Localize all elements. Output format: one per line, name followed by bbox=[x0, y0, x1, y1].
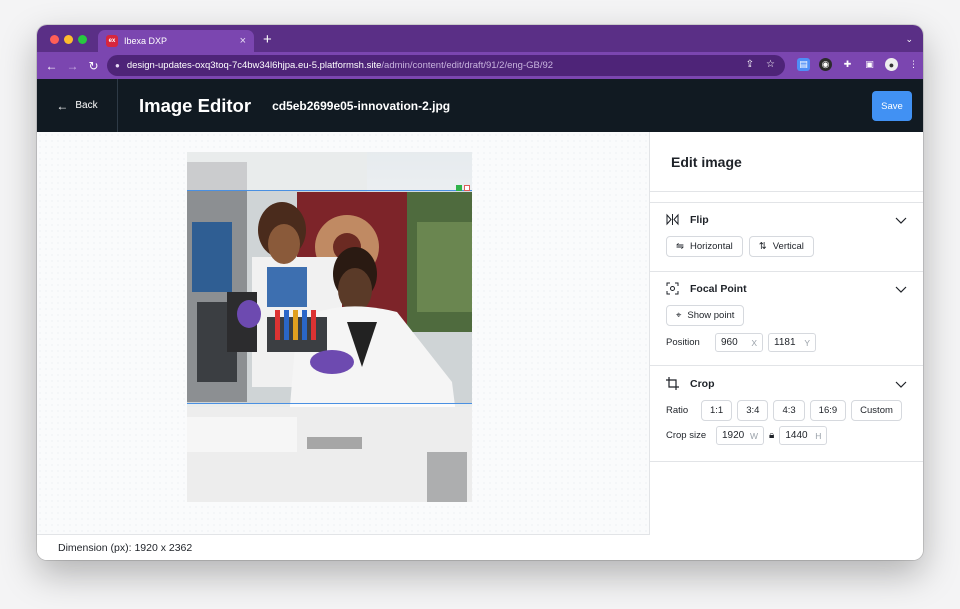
image-canvas: Dimension (px): 1920 x 2362 bbox=[37, 132, 650, 560]
browser-toolbar: ← → ↻ ● design-updates-oxq3toq-7c4bw34l6… bbox=[37, 52, 923, 79]
browser-tab[interactable]: ex Ibexa DXP × bbox=[98, 30, 254, 52]
close-window-button[interactable] bbox=[50, 35, 59, 44]
url-path: /admin/content/edit/draft/91/2/eng-GB/92 bbox=[381, 60, 554, 71]
flip-title: Flip bbox=[690, 213, 709, 226]
flip-header[interactable]: Flip bbox=[666, 203, 907, 236]
bookmark-star-icon[interactable]: ☆ bbox=[766, 59, 775, 70]
flip-horizontal-button[interactable]: ⇋ Horizontal bbox=[666, 236, 743, 257]
maximize-window-button[interactable] bbox=[78, 35, 87, 44]
dimension-text: Dimension (px): 1920 x 2362 bbox=[58, 541, 193, 554]
crop-frame[interactable] bbox=[187, 185, 472, 404]
position-y-unit: Y bbox=[804, 337, 810, 348]
crop-overlay-bottom bbox=[187, 404, 472, 502]
crop-overlay-top bbox=[187, 152, 472, 190]
crop-section: Crop Ratio 1:1 3:4 4:3 16:9 Custom Crop … bbox=[650, 367, 923, 462]
chevron-down-icon[interactable] bbox=[895, 378, 907, 390]
panel-title: Edit image bbox=[650, 132, 923, 192]
save-button[interactable]: Save bbox=[872, 91, 912, 121]
position-label: Position bbox=[666, 337, 700, 348]
focal-point-title: Focal Point bbox=[690, 282, 747, 295]
back-button[interactable]: ← Back bbox=[37, 79, 118, 132]
crop-width-unit: W bbox=[749, 430, 758, 441]
position-x-input[interactable]: 960 X bbox=[715, 333, 763, 352]
ratio-label: Ratio bbox=[666, 405, 689, 416]
app-header: ← Back Image Editor cd5eb2699e05-innovat… bbox=[37, 79, 923, 132]
crop-header[interactable]: Crop bbox=[666, 367, 907, 400]
ratio-16-9-button[interactable]: 16:9 bbox=[809, 400, 847, 421]
edit-image-panel: Edit image Flip ⇋ Horizontal ⇅ Vertical bbox=[650, 132, 923, 560]
crop-height-value: 1440 bbox=[785, 430, 808, 441]
panel-spacer bbox=[650, 192, 923, 203]
ratio-4-3-button[interactable]: 4:3 bbox=[773, 400, 805, 421]
profile-avatar-icon[interactable]: ● bbox=[885, 58, 898, 71]
back-nav-icon[interactable]: ← bbox=[41, 59, 62, 73]
chevron-down-icon[interactable] bbox=[895, 214, 907, 226]
flip-vertical-button[interactable]: ⇅ Vertical bbox=[748, 236, 814, 257]
crosshair-icon: ⌖ bbox=[676, 310, 682, 321]
chevron-down-icon[interactable] bbox=[895, 283, 907, 295]
tab-search-chevron-icon[interactable]: ⌄ bbox=[905, 34, 913, 45]
arrow-left-icon: ← bbox=[56, 98, 69, 113]
side-panel-icon[interactable]: ▣ bbox=[863, 58, 876, 71]
ratio-3-4-button[interactable]: 3:4 bbox=[737, 400, 769, 421]
browser-menu-icon[interactable]: ⋮ bbox=[907, 58, 920, 71]
flip-section: Flip ⇋ Horizontal ⇅ Vertical bbox=[650, 203, 923, 272]
file-name: cd5eb2699e05-innovation-2.jpg bbox=[272, 98, 451, 113]
ratio-1-1-button[interactable]: 1:1 bbox=[701, 400, 733, 421]
crop-width-input[interactable]: 1920 W bbox=[716, 426, 764, 445]
focal-point-section: Focal Point ⌖ Show point Position 960 X … bbox=[650, 272, 923, 366]
favicon-icon: ex bbox=[106, 35, 118, 47]
position-x-unit: X bbox=[751, 337, 757, 348]
new-tab-icon[interactable]: + bbox=[263, 32, 272, 47]
crop-width-value: 1920 bbox=[722, 430, 745, 441]
crop-title: Crop bbox=[690, 377, 715, 390]
position-y-value: 1181 bbox=[774, 337, 796, 348]
tab-strip: ex Ibexa DXP × + ⌄ bbox=[37, 25, 923, 52]
focal-point-header[interactable]: Focal Point bbox=[666, 272, 907, 305]
flip-vertical-icon: ⇅ bbox=[758, 241, 767, 252]
share-icon[interactable]: ⇪ bbox=[746, 59, 754, 70]
back-label: Back bbox=[75, 100, 98, 111]
show-point-label: Show point bbox=[687, 310, 735, 321]
crop-icon bbox=[666, 377, 679, 390]
address-bar[interactable]: ● design-updates-oxq3toq-7c4bw34l6hjpa.e… bbox=[107, 55, 785, 76]
dimension-bar: Dimension (px): 1920 x 2362 bbox=[37, 534, 650, 560]
focal-point-icon bbox=[666, 282, 679, 295]
crop-handle-corner[interactable] bbox=[464, 185, 470, 191]
browser-window: ex Ibexa DXP × + ⌄ ← → ↻ ● design-update… bbox=[37, 25, 923, 560]
position-x-value: 960 bbox=[721, 337, 738, 348]
lock-ratio-icon[interactable]: 🔒︎ bbox=[769, 430, 774, 441]
flip-vertical-label: Vertical bbox=[772, 241, 804, 252]
reload-icon[interactable]: ↻ bbox=[83, 59, 104, 73]
crop-handle-green[interactable] bbox=[456, 185, 462, 191]
crop-height-input[interactable]: 1440 H bbox=[779, 426, 828, 445]
position-y-input[interactable]: 1181 Y bbox=[768, 333, 816, 352]
tab-title: Ibexa DXP bbox=[124, 36, 168, 46]
page-title: Image Editor bbox=[139, 94, 252, 116]
flip-horizontal-icon: ⇋ bbox=[676, 241, 684, 252]
url-host: design-updates-oxq3toq-7c4bw34l6hjpa.eu-… bbox=[126, 60, 382, 71]
image-preview[interactable] bbox=[187, 152, 472, 502]
crop-height-unit: H bbox=[815, 430, 822, 441]
crop-size-label: Crop size bbox=[666, 430, 707, 441]
forward-nav-icon[interactable]: → bbox=[62, 59, 83, 73]
flip-horizontal-label: Horizontal bbox=[689, 241, 733, 252]
close-tab-icon[interactable]: × bbox=[240, 35, 246, 47]
extension-translate-icon[interactable]: ▤ bbox=[797, 58, 810, 71]
ratio-custom-button[interactable]: Custom bbox=[851, 400, 902, 421]
minimize-window-button[interactable] bbox=[64, 35, 73, 44]
extensions-puzzle-icon[interactable]: ✚ bbox=[841, 58, 854, 71]
extension-disc-icon[interactable]: ◉ bbox=[819, 58, 832, 71]
show-point-button[interactable]: ⌖ Show point bbox=[666, 305, 745, 326]
lock-icon: ● bbox=[115, 61, 120, 70]
flip-icon bbox=[666, 213, 679, 226]
